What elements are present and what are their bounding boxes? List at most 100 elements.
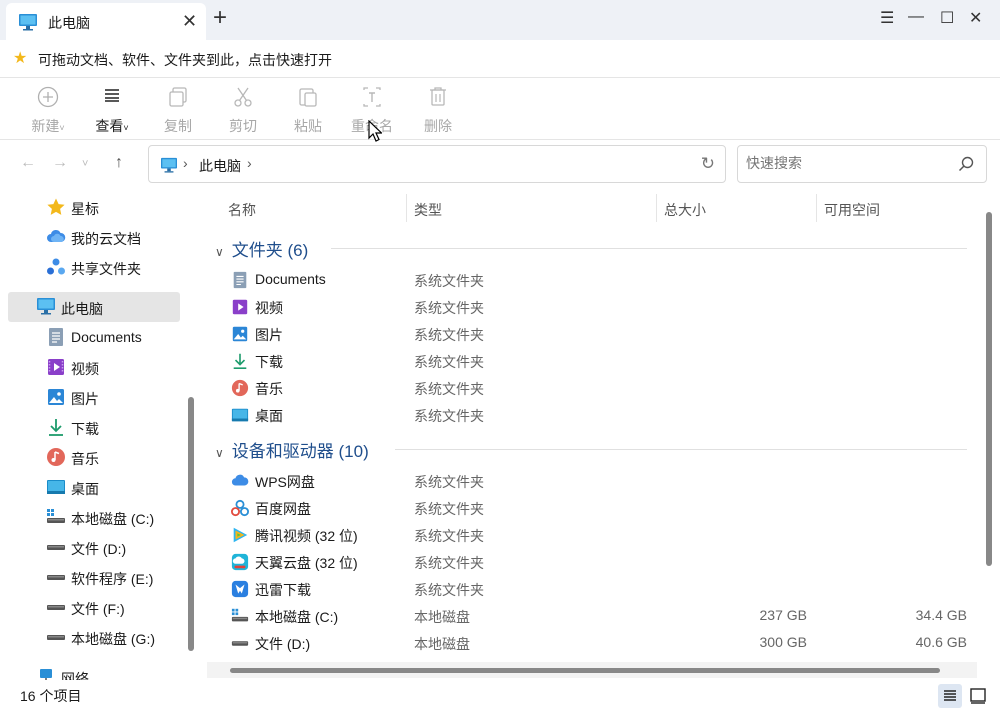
sort-ascending-icon: ^: [309, 192, 314, 197]
group-header-folders[interactable]: ∨ 文件夹 (6): [215, 236, 308, 261]
tab-close-icon[interactable]: ✕: [182, 11, 197, 32]
breadcrumb-chevron-icon[interactable]: ›: [183, 155, 188, 171]
list-item[interactable]: 迅雷下载 系统文件夹: [205, 577, 975, 604]
sidebar-item-drive-f[interactable]: 文件 (F:): [8, 592, 180, 622]
list-item[interactable]: 本地磁盘 (C:) 本地磁盘 237 GB 34.4 GB: [205, 604, 975, 631]
sidebar-item-label: 此电脑: [61, 301, 103, 317]
list-item[interactable]: 下载 系统文件夹: [205, 349, 975, 376]
sidebar-item-drive-d[interactable]: 文件 (D:): [8, 532, 180, 562]
sidebar-item-network[interactable]: 网络: [8, 662, 180, 680]
group-divider: [331, 248, 967, 249]
column-divider[interactable]: [816, 194, 817, 222]
item-free-space: 34.4 GB: [915, 607, 967, 623]
sidebar-item-label: 星标: [71, 201, 99, 217]
list-item[interactable]: 音乐 系统文件夹: [205, 376, 975, 403]
item-type: 系统文件夹: [414, 273, 484, 289]
list-item[interactable]: 文件 (D:) 本地磁盘 300 GB 40.6 GB: [205, 631, 975, 658]
thumbnail-view-icon: [970, 688, 986, 704]
column-header-total-size[interactable]: 总大小: [664, 200, 706, 220]
list-item[interactable]: 桌面 系统文件夹: [205, 403, 975, 430]
quick-access-bar[interactable]: ★ 可拖动文档、软件、文件夹到此，点击快速打开: [0, 40, 1000, 78]
new-button[interactable]: 新建˅: [18, 86, 78, 136]
item-name: 下载: [255, 354, 283, 370]
forward-button[interactable]: →: [52, 154, 68, 172]
list-item[interactable]: 腾讯视频 (32 位) 系统文件夹: [205, 523, 975, 550]
video-icon: [231, 298, 249, 316]
sidebar-item-documents[interactable]: Documents: [8, 322, 180, 352]
navigation-pane: 星标 我的云文档 共享文件夹 此电脑 Documents 视频 图片 下载 音乐…: [0, 192, 200, 680]
search-box[interactable]: [737, 145, 987, 183]
pc-icon: [36, 297, 56, 317]
maximize-button[interactable]: ☐: [940, 8, 954, 28]
list-item[interactable]: WPS网盘 系统文件夹: [205, 469, 975, 496]
item-type: 本地磁盘: [414, 636, 470, 652]
column-divider[interactable]: [406, 194, 407, 222]
minimize-button[interactable]: —: [908, 8, 924, 26]
download-icon: [231, 352, 249, 370]
thumbnail-view-button[interactable]: [966, 684, 990, 708]
column-header-name[interactable]: 名称: [228, 200, 256, 220]
horizontal-scrollbar[interactable]: [230, 668, 940, 673]
list-item[interactable]: 图片 系统文件夹: [205, 322, 975, 349]
sidebar-scrollbar[interactable]: [188, 397, 194, 651]
list-item[interactable]: Documents 系统文件夹: [205, 268, 975, 295]
list-item[interactable]: 视频 系统文件夹: [205, 295, 975, 322]
delete-button[interactable]: 删除: [408, 86, 468, 136]
group-header-devices[interactable]: ∨ 设备和驱动器 (10): [215, 437, 369, 462]
cut-button[interactable]: 剪切: [213, 86, 273, 136]
back-button[interactable]: ←: [20, 154, 36, 172]
item-name: 视频: [255, 300, 283, 316]
baidu-netdisk-icon: [231, 499, 249, 517]
menu-icon[interactable]: ☰: [880, 8, 894, 28]
column-header-free-space[interactable]: 可用空间: [824, 200, 880, 220]
new-tab-button[interactable]: +: [213, 4, 227, 32]
column-divider[interactable]: [656, 194, 657, 222]
sidebar-item-this-pc[interactable]: 此电脑: [8, 292, 180, 322]
sidebar-item-drive-g[interactable]: 本地磁盘 (G:): [8, 622, 180, 652]
sidebar-item-drive-c[interactable]: 本地磁盘 (C:): [8, 502, 180, 532]
copy-icon: [148, 86, 208, 110]
history-dropdown-icon[interactable]: ˅: [82, 158, 88, 170]
sidebar-item-desktop[interactable]: 桌面: [8, 472, 180, 502]
sidebar-item-starred[interactable]: 星标: [8, 192, 180, 222]
search-icon[interactable]: [958, 156, 974, 175]
paste-button[interactable]: 粘贴: [278, 86, 338, 136]
tianyi-cloud-icon: [231, 553, 249, 571]
sidebar-item-pictures[interactable]: 图片: [8, 382, 180, 412]
sidebar-item-shared[interactable]: 共享文件夹: [8, 252, 180, 282]
sidebar-item-music[interactable]: 音乐: [8, 442, 180, 472]
list-item[interactable]: 百度网盘 系统文件夹: [205, 496, 975, 523]
up-button[interactable]: ↑: [115, 154, 123, 172]
sidebar-item-downloads[interactable]: 下载: [8, 412, 180, 442]
tab-this-pc[interactable]: 此电脑 ✕: [6, 3, 206, 40]
list-item[interactable]: 天翼云盘 (32 位) 系统文件夹: [205, 550, 975, 577]
item-type: 系统文件夹: [414, 354, 484, 370]
details-view-button[interactable]: [938, 684, 962, 708]
sidebar-item-videos[interactable]: 视频: [8, 352, 180, 382]
tab-title: 此电脑: [48, 15, 90, 31]
share-icon: [46, 257, 66, 277]
sidebar-item-label: 本地磁盘 (C:): [71, 511, 155, 527]
desktop-icon: [231, 406, 249, 424]
copy-button[interactable]: 复制: [148, 86, 208, 136]
refresh-icon[interactable]: ↻: [701, 154, 715, 174]
vertical-scrollbar[interactable]: [986, 212, 992, 566]
search-input[interactable]: [746, 155, 946, 171]
sidebar-item-drive-e[interactable]: 软件程序 (E:): [8, 562, 180, 592]
sidebar-item-label: 文件 (F:): [71, 601, 125, 617]
column-header-type[interactable]: 类型: [414, 200, 442, 220]
item-total-size: 237 GB: [759, 607, 807, 623]
breadcrumb-chevron-icon[interactable]: ›: [247, 155, 252, 171]
breadcrumb[interactable]: 此电脑: [199, 156, 241, 176]
rename-icon: [342, 86, 402, 110]
sidebar-item-label: Documents: [71, 329, 142, 345]
close-button[interactable]: ✕: [969, 8, 982, 28]
sidebar-item-label: 下载: [71, 421, 99, 437]
documents-icon: [231, 271, 249, 289]
view-button[interactable]: 查看˅: [82, 86, 142, 136]
sidebar-item-cloud-docs[interactable]: 我的云文档: [8, 222, 180, 252]
item-type: 系统文件夹: [414, 327, 484, 343]
address-bar[interactable]: › 此电脑 › ↻: [148, 145, 726, 183]
cloud-icon: [46, 227, 66, 247]
item-name: 腾讯视频 (32 位): [255, 528, 358, 544]
